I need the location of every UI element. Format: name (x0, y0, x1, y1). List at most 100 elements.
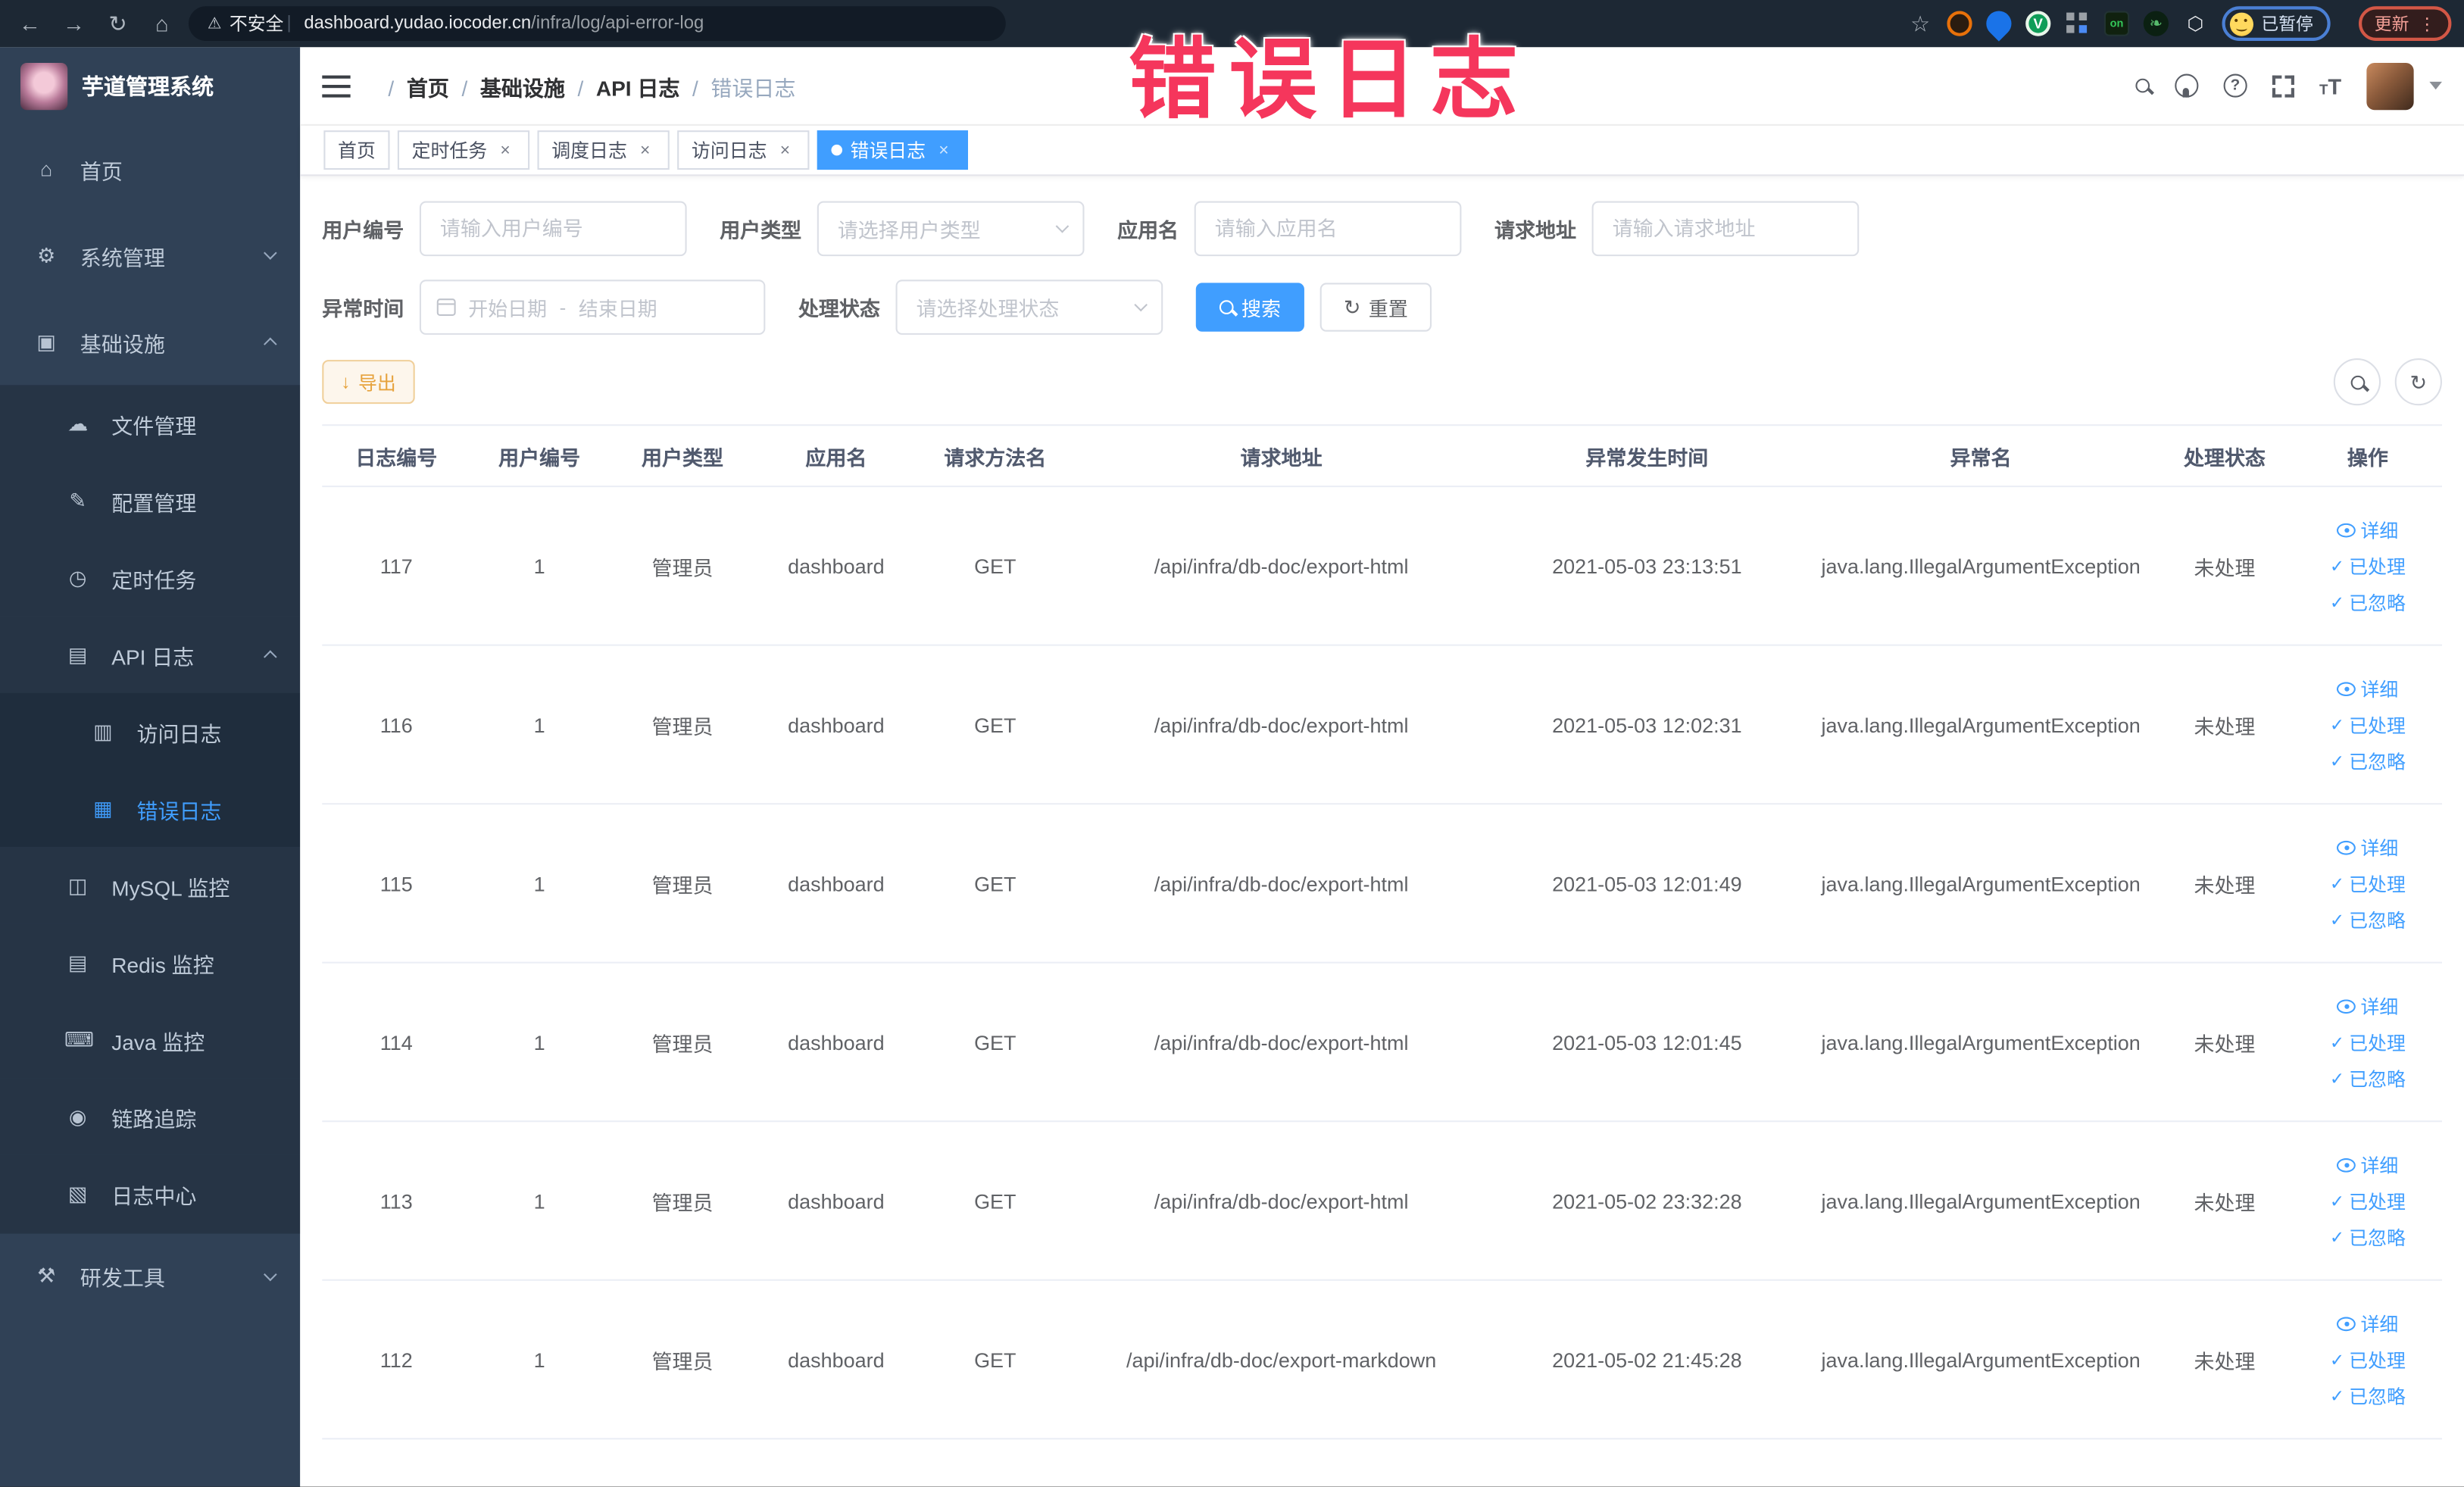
extension-v-icon[interactable]: V (2025, 11, 2051, 36)
mark-ignored-link[interactable]: 已忽略 (2330, 589, 2406, 615)
tag-tab[interactable]: 首页 (323, 130, 390, 170)
sidebar-item-label: 定时任务 (111, 567, 197, 592)
request-url-input[interactable] (1591, 201, 1860, 257)
close-icon[interactable]: × (495, 140, 516, 161)
refresh-button[interactable]: ↻ (2394, 358, 2442, 406)
help-icon[interactable] (2223, 73, 2247, 98)
mark-processed-link[interactable]: 已处理 (2330, 552, 2406, 579)
avatar-caret-icon[interactable] (2429, 81, 2442, 90)
extension-on-toggle-icon[interactable]: on (2103, 11, 2130, 36)
extension-pin-icon[interactable] (1981, 5, 2017, 42)
detail-link[interactable]: 详细 (2337, 1151, 2398, 1178)
user-avatar[interactable] (2366, 61, 2414, 110)
status-select[interactable]: 请选择处理状态 (895, 280, 1163, 335)
detail-link-label: 详细 (2360, 678, 2399, 701)
mark-processed-link[interactable]: 已处理 (2330, 711, 2406, 738)
search-icon[interactable] (2135, 78, 2150, 93)
warning-icon: ⚠ (207, 14, 222, 33)
browser-forward-button[interactable]: → (57, 6, 92, 41)
browser-reload-button[interactable]: ↻ (101, 6, 136, 41)
eye-icon (2337, 1316, 2356, 1331)
browser-profile-chip[interactable]: 已暂停 (2222, 6, 2331, 41)
calendar-icon (436, 298, 456, 316)
ignored-link-label: 已忽略 (2349, 592, 2406, 614)
sidebar-item[interactable]: ◷ 定时任务 (0, 539, 301, 617)
reset-button[interactable]: ↻ 重置 (1319, 283, 1432, 332)
sidebar-item[interactable]: ▤ Redis 监控 (0, 923, 301, 1001)
search-button[interactable]: 搜索 (1195, 283, 1305, 332)
sidebar-item[interactable]: ☁ 文件管理 (0, 385, 301, 462)
github-icon[interactable] (2175, 73, 2199, 98)
browser-home-button[interactable]: ⌂ (145, 6, 180, 41)
browser-update-button[interactable]: 更新 ⋮ (2359, 6, 2452, 41)
extension-orange-icon[interactable] (1947, 11, 1972, 36)
mark-processed-link[interactable]: 已处理 (2330, 870, 2406, 896)
detail-link[interactable]: 详细 (2337, 1310, 2398, 1336)
date-range-picker[interactable]: 开始日期 - 结束日期 (419, 280, 766, 335)
extensions-puzzle-icon[interactable]: ⬡ (2183, 11, 2208, 36)
breadcrumb-item[interactable]: 基础设施 (449, 70, 565, 101)
export-button[interactable]: ↓ 导出 (322, 360, 415, 405)
close-icon[interactable]: × (933, 140, 954, 161)
extension-plant-icon[interactable]: ❧ (2143, 11, 2169, 36)
filter-user-type: 用户类型 请选择用户类型 (720, 201, 1085, 257)
fullscreen-icon[interactable] (2272, 74, 2294, 97)
mark-ignored-link[interactable]: 已忽略 (2330, 747, 2406, 773)
detail-link[interactable]: 详细 (2337, 517, 2398, 543)
mark-ignored-link[interactable]: 已忽略 (2330, 1065, 2406, 1092)
tag-tab[interactable]: 调度日志 × (537, 130, 670, 170)
sidebar-item[interactable]: ◫ MySQL 监控 (0, 847, 301, 924)
sidebar-item[interactable]: ⚙ 系统管理 (0, 212, 300, 298)
table-header-cell: 异常名 (1950, 445, 2012, 470)
hamburger-icon[interactable] (322, 74, 351, 97)
processed-link-label: 已处理 (2349, 1190, 2406, 1213)
sidebar-item[interactable]: ⌂ 首页 (0, 126, 300, 212)
breadcrumb-item[interactable]: API 日志 (565, 70, 680, 101)
sidebar-item[interactable]: ⚒ 研发工具 (0, 1232, 301, 1319)
browser-menu-icon[interactable]: ⋮ (2419, 14, 2436, 34)
browser-back-button[interactable]: ← (13, 6, 48, 41)
detail-link-label: 详细 (2360, 519, 2399, 542)
tag-tab[interactable]: 访问日志 × (677, 130, 810, 170)
close-icon[interactable]: × (635, 140, 655, 161)
breadcrumb-item[interactable]: 首页 (376, 70, 449, 101)
tag-label: 调度日志 (551, 139, 627, 162)
close-icon[interactable]: × (775, 140, 795, 161)
refresh-icon: ↻ (1343, 295, 1361, 320)
detail-link[interactable]: 详细 (2337, 992, 2398, 1019)
mark-processed-link[interactable]: 已处理 (2330, 1346, 2406, 1373)
breadcrumb-item[interactable]: 错误日志 (679, 70, 795, 101)
eye-icon (2337, 681, 2356, 696)
app-name-input[interactable] (1194, 201, 1462, 257)
mark-ignored-link[interactable]: 已忽略 (2330, 906, 2406, 932)
tag-tab[interactable]: 定时任务 × (397, 130, 530, 170)
user-no-input[interactable] (419, 201, 687, 257)
sidebar-item[interactable]: ▤ API 日志 (0, 616, 301, 693)
sidebar-item[interactable]: ⌨ Java 监控 (0, 1001, 301, 1079)
cell-actions: 详细 已处理 已忽略 (2294, 834, 2442, 933)
sidebar-item[interactable]: ✎ 配置管理 (0, 461, 301, 539)
bookmark-star-icon[interactable]: ☆ (1908, 10, 1933, 36)
font-size-icon[interactable] (2319, 75, 2341, 97)
export-button-label: 导出 (358, 371, 396, 394)
mark-processed-link[interactable]: 已处理 (2330, 1187, 2406, 1214)
filter-label: 处理状态 (798, 297, 880, 321)
table-row: 115 1 管理员 dashboard GET /api/infra/db-do… (322, 804, 2442, 964)
sidebar-item[interactable]: ▦ 错误日志 (0, 770, 301, 848)
address-bar[interactable]: ⚠ 不安全 | dashboard.yudao.iocoder.cn/infra… (188, 6, 1006, 41)
tag-tab[interactable]: 错误日志 × (817, 130, 969, 170)
detail-link[interactable]: 详细 (2337, 675, 2398, 701)
mark-processed-link[interactable]: 已处理 (2330, 1029, 2406, 1055)
sidebar-item[interactable]: ▣ 基础设施 (0, 298, 300, 385)
app-logo-row[interactable]: 芋道管理系统 (0, 47, 300, 126)
sidebar-item[interactable]: ◉ 链路追踪 (0, 1078, 301, 1155)
sidebar-item[interactable]: ▥ 访问日志 (0, 692, 301, 770)
mark-ignored-link[interactable]: 已忽略 (2330, 1223, 2406, 1250)
mark-ignored-link[interactable]: 已忽略 (2330, 1382, 2406, 1409)
user-type-select[interactable]: 请选择用户类型 (817, 201, 1085, 257)
sidebar-item[interactable]: ▧ 日志中心 (0, 1154, 301, 1232)
toggle-search-button[interactable] (2333, 358, 2381, 406)
detail-link[interactable]: 详细 (2337, 834, 2398, 861)
extension-grid-icon[interactable] (2065, 11, 2091, 36)
table-header-cell: 用户编号 (498, 445, 581, 470)
